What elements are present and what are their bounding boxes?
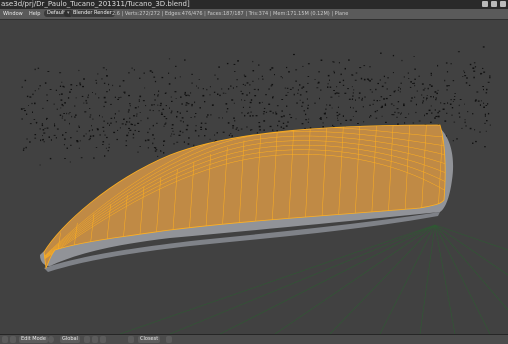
viewport-canvas[interactable]: [0, 20, 508, 334]
minimize-icon[interactable]: [482, 1, 488, 7]
render-icon[interactable]: [166, 336, 172, 343]
maximize-icon[interactable]: [491, 1, 497, 7]
transform-orientation[interactable]: Global: [60, 336, 80, 343]
file-path-title: ase3d/prj/Dr_Paulo_Tucano_201311/Tucano_…: [1, 0, 190, 8]
sphere-shading-icon[interactable]: [48, 336, 54, 343]
face-select-icon[interactable]: [100, 336, 106, 343]
menu-help[interactable]: Help: [29, 9, 40, 19]
window-title-bar: ase3d/prj/Dr_Paulo_Tucano_201311/Tucano_…: [0, 0, 508, 9]
snap-target[interactable]: Closest: [138, 336, 161, 343]
3d-viewport[interactable]: [0, 20, 508, 334]
edge-select-icon[interactable]: [92, 336, 98, 343]
camera-icon[interactable]: [2, 336, 8, 343]
view-menu-icon[interactable]: [10, 336, 16, 343]
info-header: Window Help Default ▾ Blender Render 2.6…: [0, 9, 508, 20]
menu-window[interactable]: Window: [3, 9, 23, 19]
scene-stats: 2.6 | Verts:272/272 | Edges:476/476 | Fa…: [112, 11, 349, 17]
close-icon[interactable]: [500, 1, 506, 7]
render-engine-selector[interactable]: Blender Render: [70, 10, 115, 17]
magnet-icon[interactable]: [128, 336, 134, 343]
mode-selector[interactable]: Edit Mode: [19, 336, 48, 343]
window-controls: [482, 0, 506, 9]
vertex-select-icon[interactable]: [84, 336, 90, 343]
